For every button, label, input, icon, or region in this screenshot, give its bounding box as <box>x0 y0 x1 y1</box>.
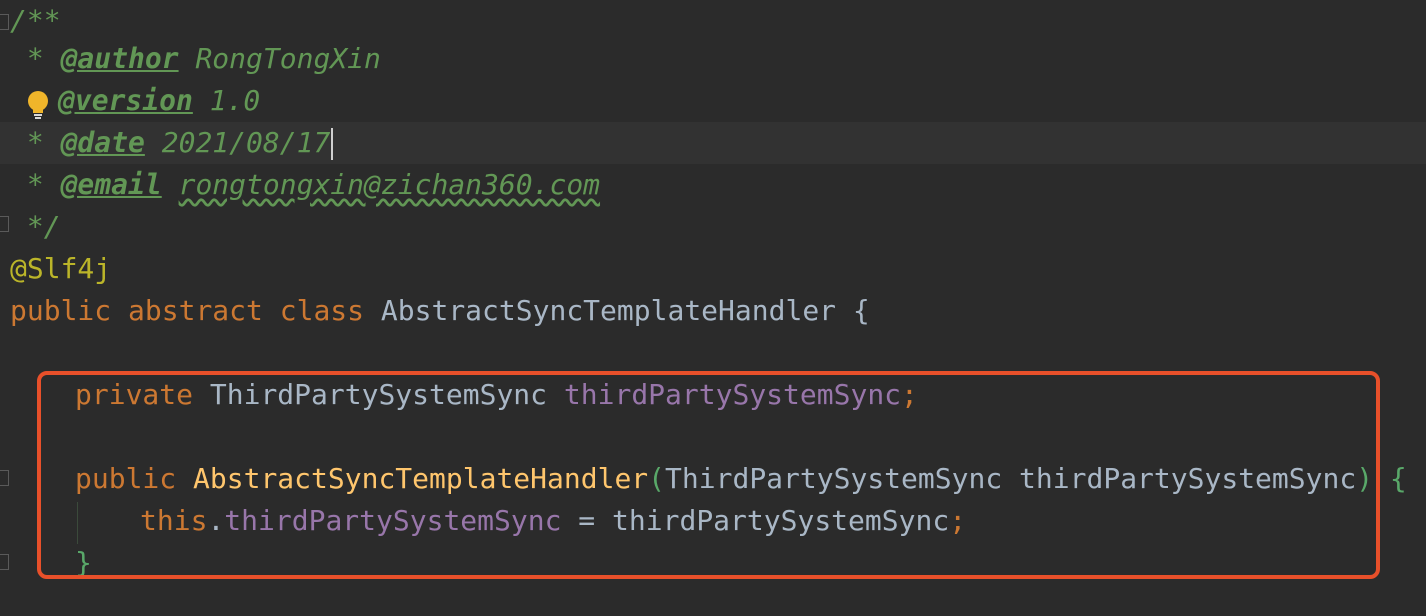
doc-email-value[interactable]: rongtongxin@zichan360.com <box>179 168 600 201</box>
doc-star: * <box>10 42 61 75</box>
doc-star: * <box>10 126 61 159</box>
keyword-class: class <box>279 294 365 327</box>
doc-email-tag: @email <box>60 168 162 201</box>
code-line[interactable]: /** <box>0 0 1426 42</box>
code-line[interactable]: * @author RongTongXin <box>0 38 1426 80</box>
code-line[interactable]: * @email rongtongxin@zichan360.com <box>0 164 1426 206</box>
code-editor[interactable]: /** * @author RongTongXin @version 1.0 *… <box>0 0 1426 616</box>
open-brace: { <box>1389 462 1407 495</box>
doc-author-tag: @author <box>60 42 179 75</box>
keyword-public: public <box>10 294 112 327</box>
current-code-line[interactable]: * @date 2021/08/17 <box>0 122 1426 164</box>
doc-email-space <box>162 168 179 201</box>
code-line[interactable]: */ <box>0 206 1426 248</box>
doc-version-value: 1.0 <box>192 84 261 117</box>
doc-version-tag: @version <box>58 84 193 117</box>
doc-comment-open: /** <box>10 4 61 37</box>
doc-version-line: @version 1.0 <box>58 80 260 122</box>
code-line[interactable]: @version 1.0 <box>0 80 1426 122</box>
open-brace: { <box>852 294 870 327</box>
doc-date-tag: @date <box>60 126 145 159</box>
keyword-abstract: abstract <box>128 294 263 327</box>
code-line[interactable]: public abstract class AbstractSyncTempla… <box>0 290 1426 332</box>
text-caret <box>331 128 334 160</box>
doc-star: * <box>10 168 61 201</box>
doc-date-line: * @date 2021/08/17 <box>10 122 334 164</box>
class-declaration: public abstract class AbstractSyncTempla… <box>10 290 870 332</box>
class-name: AbstractSyncTemplateHandler <box>380 294 837 327</box>
doc-date-value: 2021/08/17 <box>144 126 331 159</box>
highlight-annotation-box <box>37 371 1380 579</box>
doc-author-line: * @author RongTongXin <box>10 38 381 80</box>
lightbulb-icon[interactable] <box>26 90 50 120</box>
doc-email-line: * @email rongtongxin@zichan360.com <box>10 164 600 206</box>
code-line[interactable]: @Slf4j <box>0 248 1426 290</box>
doc-author-value: RongTongXin <box>178 42 381 75</box>
doc-comment-close: */ <box>10 210 61 243</box>
annotation-slf4j: @Slf4j <box>10 252 112 285</box>
